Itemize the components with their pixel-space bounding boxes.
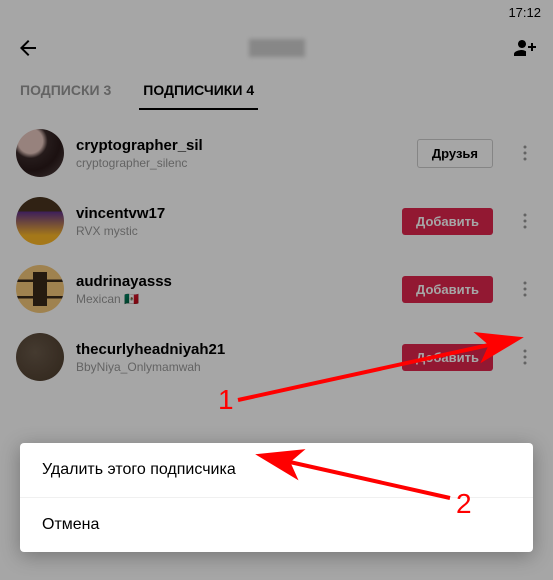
remove-follower-option[interactable]: Удалить этого подписчика — [20, 443, 533, 498]
action-sheet: Удалить этого подписчика Отмена — [20, 443, 533, 552]
cancel-option[interactable]: Отмена — [20, 498, 533, 552]
